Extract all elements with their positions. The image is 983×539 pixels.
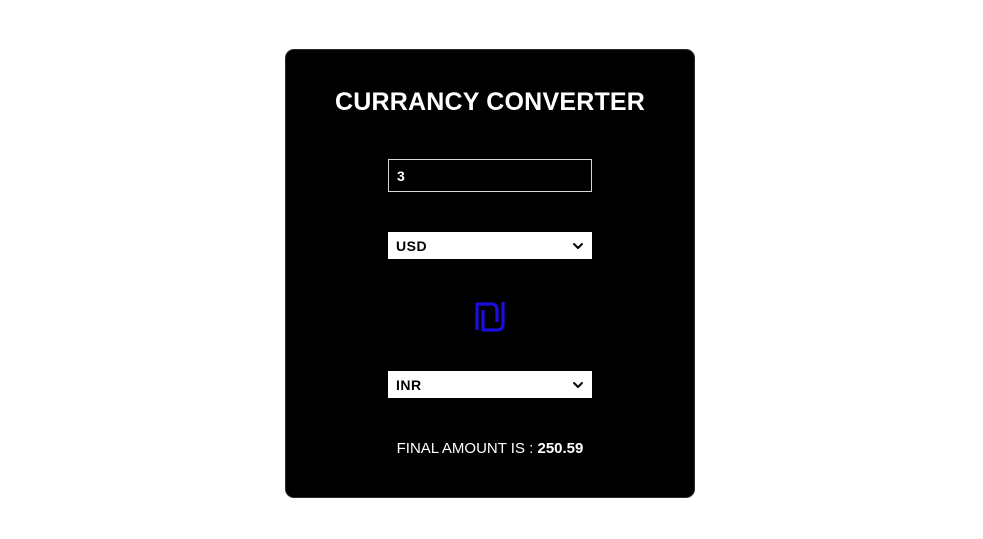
from-currency-value: USD xyxy=(396,237,428,254)
page-title: CURRANCY CONVERTER xyxy=(334,88,646,116)
shekel-swap-icon[interactable] xyxy=(474,300,506,332)
final-amount-label: FINAL AMOUNT IS : xyxy=(396,440,538,457)
final-amount-text: FINAL AMOUNT IS : 250.59 xyxy=(286,440,694,457)
to-currency-value: INR xyxy=(396,376,422,393)
chevron-down-icon xyxy=(572,379,584,391)
converter-card: CURRANCY CONVERTER USD INR FINAL AMOUNT … xyxy=(285,49,695,498)
amount-input[interactable] xyxy=(388,159,592,192)
to-currency-select[interactable]: INR xyxy=(388,371,592,398)
from-currency-select[interactable]: USD xyxy=(388,232,592,259)
chevron-down-icon xyxy=(572,240,584,252)
final-amount-value: 250.59 xyxy=(537,440,584,457)
